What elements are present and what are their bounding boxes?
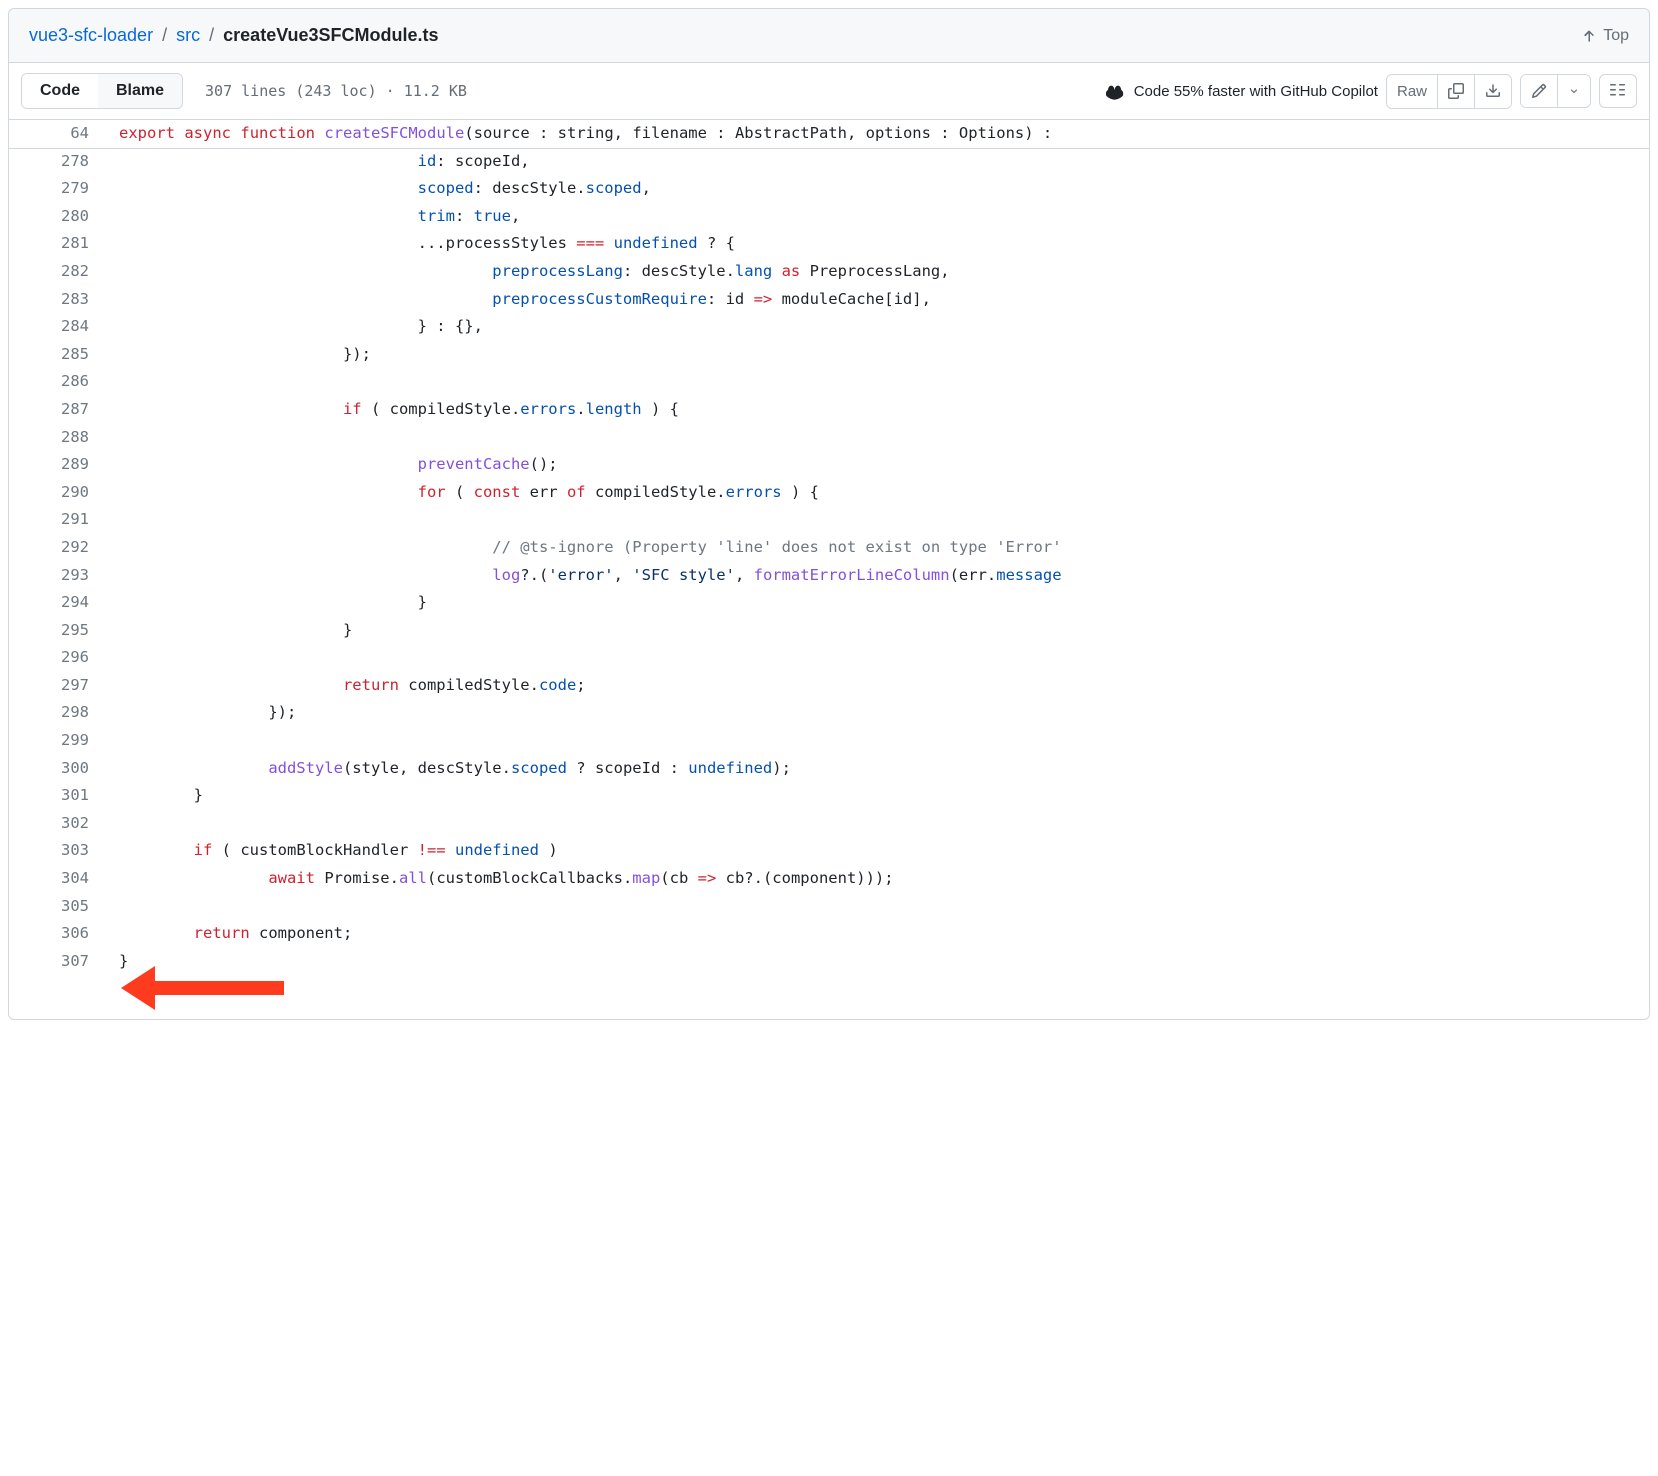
code-content: // @ts-ignore (Property 'line' does not … — [109, 534, 1649, 562]
edit-group — [1520, 74, 1591, 108]
chevron-down-icon — [1568, 85, 1580, 97]
code-content: preprocessLang: descStyle.lang as Prepro… — [109, 258, 1649, 286]
sticky-line: 64 export async function createSFCModule… — [9, 120, 1649, 148]
code-content — [109, 893, 1649, 921]
line-number[interactable]: 301 — [9, 782, 109, 810]
line-number[interactable]: 291 — [9, 506, 109, 534]
download-icon — [1485, 83, 1501, 99]
line-number[interactable]: 304 — [9, 865, 109, 893]
breadcrumb-dir[interactable]: src — [176, 25, 200, 45]
line-number[interactable]: 281 — [9, 230, 109, 258]
code-content: if ( customBlockHandler !== undefined ) — [109, 837, 1649, 865]
scroll-top-label: Top — [1603, 27, 1629, 45]
line-number[interactable]: 302 — [9, 810, 109, 838]
line-number[interactable]: 280 — [9, 203, 109, 231]
copilot-icon — [1106, 81, 1126, 101]
code-content: preprocessCustomRequire: id => moduleCac… — [109, 286, 1649, 314]
code-content: } : {}, — [109, 313, 1649, 341]
line-number[interactable]: 287 — [9, 396, 109, 424]
code-content — [109, 424, 1649, 452]
code-content: }); — [109, 341, 1649, 369]
line-number[interactable]: 300 — [9, 755, 109, 783]
line-number[interactable]: 299 — [9, 727, 109, 755]
breadcrumb-file: createVue3SFCModule.ts — [223, 25, 438, 45]
breadcrumb-sep: / — [209, 25, 214, 45]
code-content: } — [109, 617, 1649, 645]
breadcrumb: vue3-sfc-loader / src / createVue3SFCMod… — [29, 25, 439, 46]
line-number[interactable]: 286 — [9, 368, 109, 396]
code-content: trim: true, — [109, 203, 1649, 231]
breadcrumb-sep: / — [162, 25, 167, 45]
edit-button[interactable] — [1521, 75, 1558, 107]
toolbar-right: Code 55% faster with GitHub Copilot Raw — [1106, 74, 1637, 109]
annotation-arrow — [129, 969, 1649, 1009]
code-content — [109, 368, 1649, 396]
line-number[interactable]: 283 — [9, 286, 109, 314]
line-number[interactable]: 279 — [9, 175, 109, 203]
code-content: }); — [109, 699, 1649, 727]
code-content: export async function createSFCModule(so… — [109, 120, 1649, 148]
file-toolbar: Code Blame 307 lines (243 loc) · 11.2 KB… — [9, 63, 1649, 120]
file-header: vue3-sfc-loader / src / createVue3SFCMod… — [9, 9, 1649, 63]
arrow-line-icon — [149, 981, 284, 995]
file-view-container: vue3-sfc-loader / src / createVue3SFCMod… — [8, 8, 1650, 1020]
code-content: for ( const err of compiledStyle.errors … — [109, 479, 1649, 507]
line-number[interactable]: 284 — [9, 313, 109, 341]
copilot-label: Code 55% faster with GitHub Copilot — [1134, 83, 1378, 100]
line-number[interactable]: 64 — [9, 120, 109, 148]
line-number[interactable]: 278 — [9, 148, 109, 176]
line-number[interactable]: 290 — [9, 479, 109, 507]
code-content — [109, 644, 1649, 672]
code-content: } — [109, 782, 1649, 810]
code-content — [109, 506, 1649, 534]
line-number[interactable]: 288 — [9, 424, 109, 452]
line-number[interactable]: 303 — [9, 837, 109, 865]
line-number[interactable]: 305 — [9, 893, 109, 921]
copilot-prompt[interactable]: Code 55% faster with GitHub Copilot — [1106, 81, 1378, 101]
code-content: ...processStyles === undefined ? { — [109, 230, 1649, 258]
code-content: if ( compiledStyle.errors.length ) { — [109, 396, 1649, 424]
breadcrumb-repo[interactable]: vue3-sfc-loader — [29, 25, 153, 45]
arrow-up-icon — [1581, 28, 1597, 44]
file-meta: 307 lines (243 loc) · 11.2 KB — [205, 82, 467, 100]
view-tabs: Code Blame — [21, 73, 183, 109]
code-area: 64 export async function createSFCModule… — [9, 120, 1649, 1019]
line-number[interactable]: 285 — [9, 341, 109, 369]
line-number[interactable]: 292 — [9, 534, 109, 562]
scroll-top-button[interactable]: Top — [1581, 27, 1629, 45]
code-content: scoped: descStyle.scoped, — [109, 175, 1649, 203]
line-number[interactable]: 307 — [9, 948, 109, 976]
copy-icon — [1448, 83, 1464, 99]
download-button[interactable] — [1475, 75, 1511, 108]
symbols-button[interactable] — [1599, 74, 1637, 108]
code-content: id: scopeId, — [109, 148, 1649, 176]
line-number[interactable]: 296 — [9, 644, 109, 672]
line-number[interactable]: 306 — [9, 920, 109, 948]
code-content: return component; — [109, 920, 1649, 948]
code-content: preventCache(); — [109, 451, 1649, 479]
copy-button[interactable] — [1438, 75, 1475, 108]
pencil-icon — [1531, 83, 1547, 99]
edit-dropdown[interactable] — [1558, 75, 1590, 107]
line-number[interactable]: 295 — [9, 617, 109, 645]
code-content — [109, 810, 1649, 838]
line-number[interactable]: 297 — [9, 672, 109, 700]
tab-code[interactable]: Code — [22, 74, 98, 108]
raw-button[interactable]: Raw — [1387, 75, 1438, 108]
code-content — [109, 727, 1649, 755]
tab-blame[interactable]: Blame — [98, 74, 182, 108]
symbols-icon — [1610, 83, 1626, 99]
code-content: await Promise.all(customBlockCallbacks.m… — [109, 865, 1649, 893]
code-content: addStyle(style, descStyle.scoped ? scope… — [109, 755, 1649, 783]
code-content: } — [109, 589, 1649, 617]
line-number[interactable]: 282 — [9, 258, 109, 286]
line-number[interactable]: 289 — [9, 451, 109, 479]
raw-copy-download-group: Raw — [1386, 74, 1512, 109]
code-content: return compiledStyle.code; — [109, 672, 1649, 700]
line-number[interactable]: 298 — [9, 699, 109, 727]
code-content: log?.('error', 'SFC style', formatErrorL… — [109, 562, 1649, 590]
line-number[interactable]: 293 — [9, 562, 109, 590]
line-number[interactable]: 294 — [9, 589, 109, 617]
